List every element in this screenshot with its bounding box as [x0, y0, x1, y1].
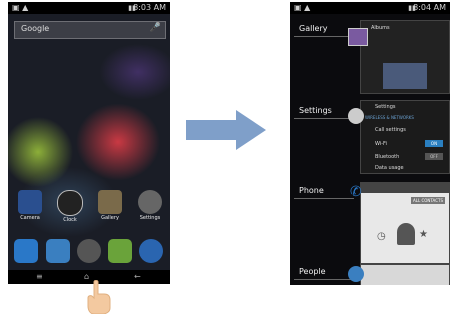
recent-card-phone[interactable]: ALL CONTACTS ◷ ★ [360, 182, 450, 264]
app-camera[interactable]: Camera [12, 190, 48, 221]
recent-label-people[interactable]: People [299, 267, 326, 276]
dock [8, 237, 170, 267]
gallery-app-icon [348, 28, 368, 46]
search-label: Google [21, 24, 50, 33]
recent-label-settings[interactable]: Settings [299, 106, 332, 115]
app-label: Gallery [101, 215, 119, 221]
settings-icon [138, 190, 162, 214]
arrow-right-icon [186, 110, 266, 150]
contact-silhouette-icon [397, 223, 415, 245]
settings-item[interactable]: Data usage [375, 165, 404, 171]
contacts-icon[interactable] [46, 239, 70, 263]
status-time: 8:03 AM [133, 3, 166, 12]
status-time: 8:04 AM [413, 3, 446, 12]
back-button[interactable]: ← [134, 272, 141, 281]
app-clock[interactable]: Clock [52, 190, 88, 223]
phone-search-bar [361, 183, 449, 193]
status-bar: ▣ ▲ ▮▮ 8:04 AM [290, 2, 450, 14]
settings-gear-icon [348, 108, 364, 124]
divider [294, 36, 354, 37]
microphone-icon[interactable]: 🎤 [150, 23, 161, 33]
recent-apps-button[interactable]: ≡ [36, 272, 43, 281]
recent-apps-screen: ▣ ▲ ▮▮ 8:04 AM Gallery Albums Settings S… [290, 2, 450, 285]
section-header: WIRELESS & NETWORKS [365, 115, 414, 120]
wifi-toggle[interactable]: ON [425, 140, 443, 147]
status-bar: ▣ ▲ ▮▮ 8:03 AM [8, 2, 170, 14]
phone-icon[interactable] [14, 239, 38, 263]
clock-icon [57, 190, 83, 216]
card-title: Settings [375, 104, 396, 110]
browser-icon[interactable] [139, 239, 163, 263]
card-title: Albums [371, 25, 390, 31]
divider [294, 118, 354, 119]
home-screen: ▣ ▲ ▮▮ 8:03 AM Google 🎤 Camera Clock Gal… [8, 2, 170, 284]
app-label: Camera [20, 215, 40, 221]
camera-icon [18, 190, 42, 214]
gallery-thumbnail [383, 63, 427, 89]
tab-all-contacts[interactable]: ALL CONTACTS [411, 197, 445, 204]
divider [294, 279, 354, 280]
settings-item[interactable]: Bluetooth [375, 154, 399, 160]
google-search-bar[interactable]: Google 🎤 [14, 21, 166, 39]
phone-app-icon: ✆ [350, 184, 362, 200]
clock-icon: ◷ [377, 231, 386, 242]
notification-icon: ▣ ▲ [294, 3, 311, 12]
app-label: Clock [63, 217, 77, 223]
star-icon: ★ [419, 229, 428, 240]
people-app-icon [348, 266, 364, 282]
settings-item[interactable]: Call settings [375, 127, 406, 133]
divider [294, 198, 354, 199]
apps-grid-icon[interactable] [77, 239, 101, 263]
hand-pointer-icon [87, 280, 111, 314]
app-settings[interactable]: Settings [132, 190, 168, 221]
home-app-row: Camera Clock Gallery Settings [8, 190, 170, 230]
notification-icon: ▣ ▲ [12, 3, 29, 12]
bluetooth-toggle[interactable]: OFF [425, 153, 443, 160]
app-gallery[interactable]: Gallery [92, 190, 128, 221]
app-label: Settings [139, 215, 161, 221]
recent-card-people[interactable] [360, 264, 450, 285]
recent-label-gallery[interactable]: Gallery [299, 24, 328, 33]
settings-item[interactable]: Wi-Fi [375, 141, 387, 147]
recent-card-settings[interactable]: Settings WIRELESS & NETWORKS Call settin… [360, 100, 450, 174]
recent-card-gallery[interactable]: Albums [360, 20, 450, 94]
gallery-icon [98, 190, 122, 214]
recent-label-phone[interactable]: Phone [299, 186, 324, 195]
messaging-icon[interactable] [108, 239, 132, 263]
